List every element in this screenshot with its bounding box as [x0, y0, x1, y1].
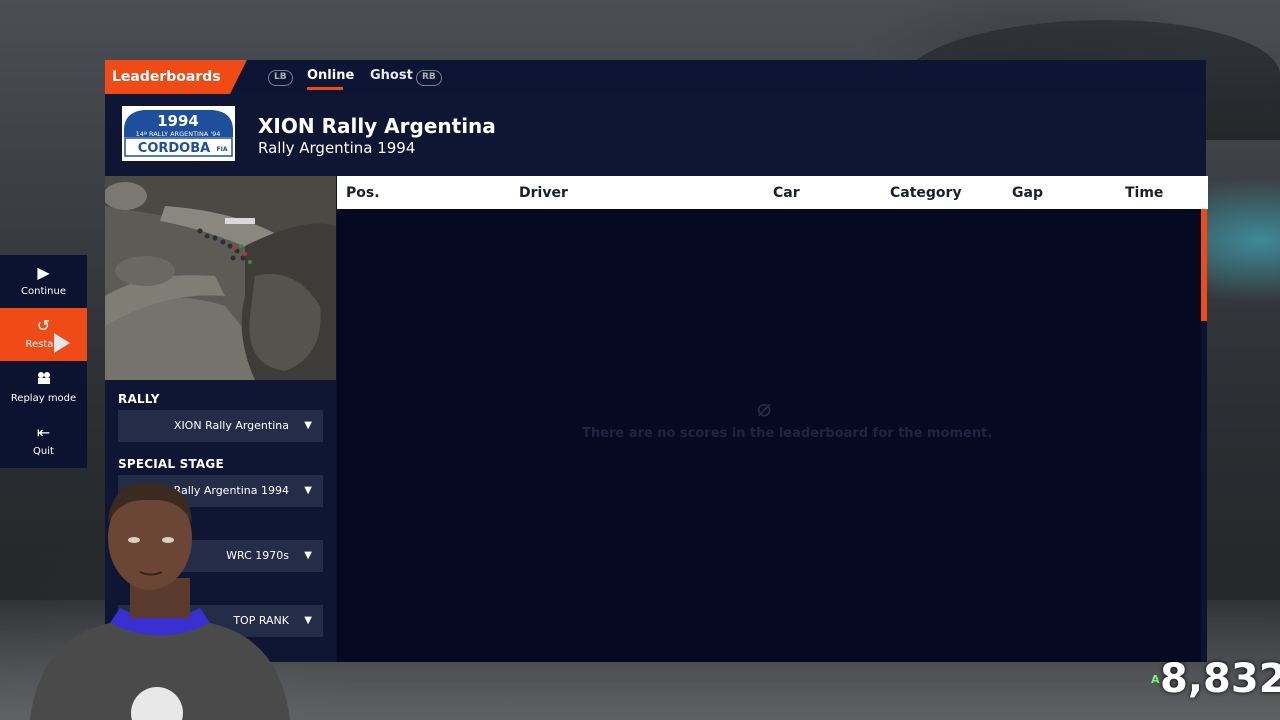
continue-label: Continue: [21, 286, 66, 297]
dropdown-arrow-icon: ▼: [304, 420, 312, 431]
rally-select[interactable]: XION Rally Argentina ▼: [118, 410, 323, 442]
leaderboards-title: Leaderboards: [105, 60, 247, 94]
rally-select-value: XION Rally Argentina: [173, 419, 289, 432]
column-header-gap: Gap: [1012, 185, 1043, 201]
column-header-car: Car: [773, 185, 800, 201]
dropdown-arrow-icon: ▼: [304, 550, 312, 561]
svg-text:FIA: FIA: [217, 146, 228, 153]
pause-side-menu: ▶ Continue ↺ Restart Replay mode ⇤ Quit: [0, 255, 87, 468]
replay-mode-button[interactable]: Replay mode: [0, 362, 87, 415]
streamer-avatar: [30, 483, 290, 720]
restart-label: Restart: [25, 339, 62, 350]
leaderboard-table-header: Pos. Driver Car Category Gap Time: [337, 176, 1208, 209]
scrollbar-thumb[interactable]: [1201, 209, 1207, 321]
tab-active-indicator: [307, 87, 343, 90]
restart-button[interactable]: ↺ Restart: [0, 308, 87, 361]
empty-leaderboard-message: There are no scores in the leaderboard f…: [582, 426, 993, 441]
score-counter: 8,832: [1160, 656, 1280, 702]
rb-button-icon[interactable]: RB: [416, 70, 442, 86]
continue-button[interactable]: ▶ Continue: [0, 255, 87, 308]
rally-header: 1994 14ª RALLY ARGENTINA '94 CORDOBA FIA…: [105, 94, 1206, 176]
svg-text:CORDOBA: CORDOBA: [138, 141, 210, 156]
mouse-cursor-icon: [54, 333, 70, 353]
tab-online[interactable]: Online: [307, 68, 354, 83]
lb-button-icon[interactable]: LB: [268, 70, 293, 86]
column-header-pos: Pos.: [346, 185, 380, 201]
no-scores-icon: ⌀: [757, 394, 772, 422]
rally-subtitle: Rally Argentina 1994: [258, 139, 416, 157]
column-header-driver: Driver: [519, 185, 568, 201]
score-prefix: A: [1151, 673, 1160, 686]
dropdown-arrow-icon: ▼: [304, 615, 312, 626]
column-header-category: Category: [890, 185, 962, 201]
rally-filter-label: RALLY: [118, 392, 160, 406]
replay-mode-label: Replay mode: [10, 393, 77, 404]
tab-ghost[interactable]: Ghost: [370, 68, 413, 83]
rally-name: XION Rally Argentina: [258, 114, 496, 138]
special-stage-filter-label: SPECIAL STAGE: [118, 457, 224, 471]
camera-icon: [0, 370, 87, 390]
exit-icon: ⇤: [36, 423, 51, 442]
svg-text:14ª RALLY ARGENTINA '94: 14ª RALLY ARGENTINA '94: [136, 130, 221, 138]
play-icon: ▶: [37, 263, 50, 282]
leaderboards-topbar: Leaderboards LB Online Ghost RB: [105, 60, 1206, 94]
rally-argentina-logo: 1994 14ª RALLY ARGENTINA '94 CORDOBA FIA: [122, 106, 235, 161]
dropdown-arrow-icon: ▼: [304, 485, 312, 496]
column-header-time: Time: [1125, 185, 1164, 201]
quit-label: Quit: [33, 446, 54, 457]
stage-photo: [105, 176, 336, 380]
quit-button[interactable]: ⇤ Quit: [0, 415, 87, 468]
svg-text:1994: 1994: [157, 112, 199, 130]
restart-icon: ↺: [36, 316, 51, 335]
